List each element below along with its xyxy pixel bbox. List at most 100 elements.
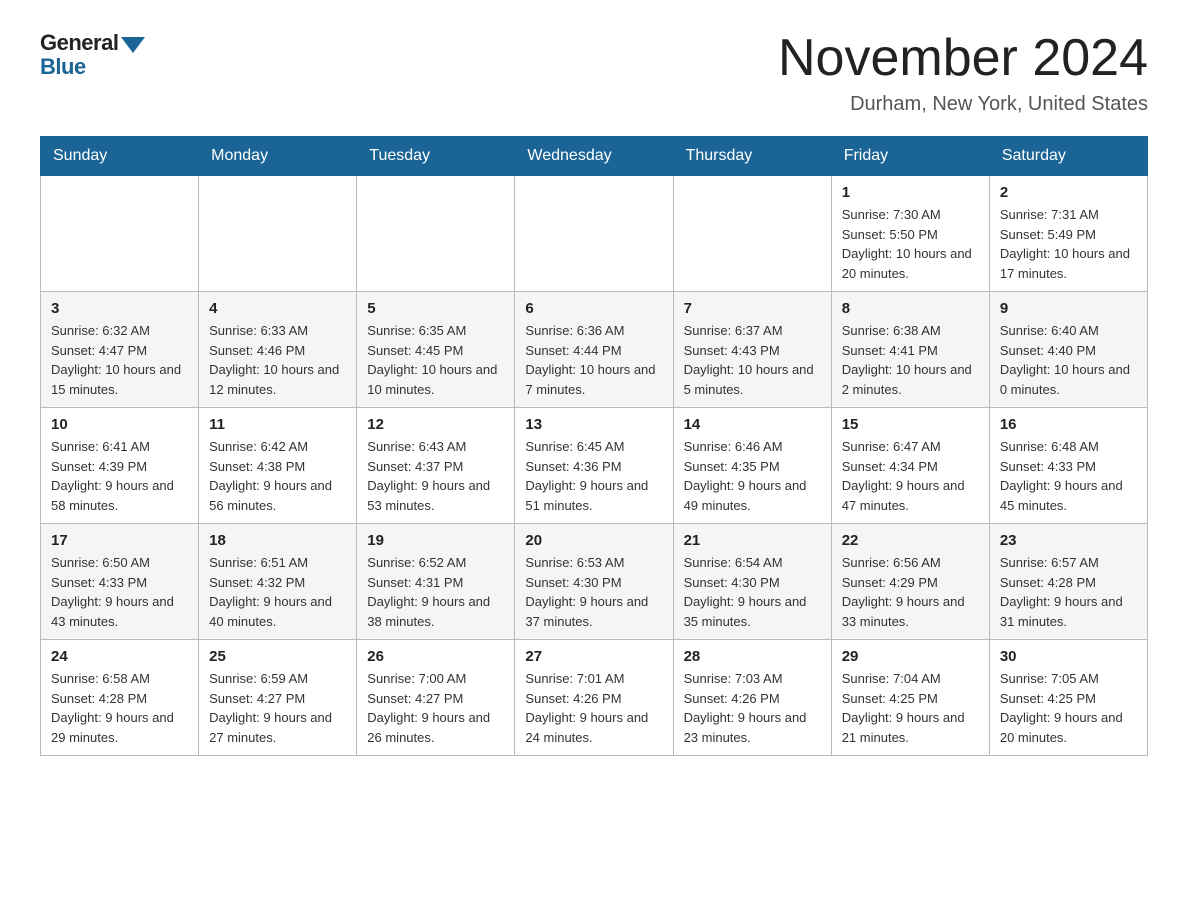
table-row: 19 Sunrise: 6:52 AMSunset: 4:31 PMDayligh… [357, 524, 515, 640]
day-info: Sunrise: 6:32 AMSunset: 4:47 PMDaylight:… [51, 321, 188, 399]
day-number: 23 [1000, 532, 1137, 549]
table-row: 25 Sunrise: 6:59 AMSunset: 4:27 PMDayligh… [199, 640, 357, 756]
table-row [673, 176, 831, 292]
day-number: 15 [842, 416, 979, 433]
day-number: 9 [1000, 300, 1137, 317]
table-row: 11 Sunrise: 6:42 AMSunset: 4:38 PMDayligh… [199, 408, 357, 524]
day-info: Sunrise: 7:04 AMSunset: 4:25 PMDaylight:… [842, 669, 979, 747]
day-info: Sunrise: 6:51 AMSunset: 4:32 PMDaylight:… [209, 553, 346, 631]
day-info: Sunrise: 7:01 AMSunset: 4:26 PMDaylight:… [525, 669, 662, 747]
table-row: 8 Sunrise: 6:38 AMSunset: 4:41 PMDaylight… [831, 292, 989, 408]
day-info: Sunrise: 6:58 AMSunset: 4:28 PMDaylight:… [51, 669, 188, 747]
logo-arrow-icon [121, 37, 145, 53]
header-friday: Friday [831, 137, 989, 176]
calendar-week-3: 10 Sunrise: 6:41 AMSunset: 4:39 PMDayligh… [41, 408, 1148, 524]
day-info: Sunrise: 6:47 AMSunset: 4:34 PMDaylight:… [842, 437, 979, 515]
day-info: Sunrise: 6:36 AMSunset: 4:44 PMDaylight:… [525, 321, 662, 399]
day-info: Sunrise: 6:52 AMSunset: 4:31 PMDaylight:… [367, 553, 504, 631]
logo-general-text: General [40, 30, 118, 56]
table-row: 22 Sunrise: 6:56 AMSunset: 4:29 PMDayligh… [831, 524, 989, 640]
day-number: 24 [51, 648, 188, 665]
day-number: 3 [51, 300, 188, 317]
day-number: 26 [367, 648, 504, 665]
day-info: Sunrise: 6:48 AMSunset: 4:33 PMDaylight:… [1000, 437, 1137, 515]
day-info: Sunrise: 6:43 AMSunset: 4:37 PMDaylight:… [367, 437, 504, 515]
day-info: Sunrise: 6:33 AMSunset: 4:46 PMDaylight:… [209, 321, 346, 399]
table-row: 12Sunrise: 6:43 AMSunset: 4:37 PMDayligh… [357, 408, 515, 524]
table-row: 4 Sunrise: 6:33 AMSunset: 4:46 PMDaylight… [199, 292, 357, 408]
table-row: 27 Sunrise: 7:01 AMSunset: 4:26 PMDayligh… [515, 640, 673, 756]
day-number: 28 [684, 648, 821, 665]
logo: General Blue [40, 30, 145, 80]
day-info: Sunrise: 6:42 AMSunset: 4:38 PMDaylight:… [209, 437, 346, 515]
table-row: 20 Sunrise: 6:53 AMSunset: 4:30 PMDayligh… [515, 524, 673, 640]
day-info: Sunrise: 7:00 AMSunset: 4:27 PMDaylight:… [367, 669, 504, 747]
calendar-week-1: 1 Sunrise: 7:30 AMSunset: 5:50 PMDaylight… [41, 176, 1148, 292]
table-row: 10 Sunrise: 6:41 AMSunset: 4:39 PMDayligh… [41, 408, 199, 524]
day-number: 16 [1000, 416, 1137, 433]
day-number: 19 [367, 532, 504, 549]
day-info: Sunrise: 6:38 AMSunset: 4:41 PMDaylight:… [842, 321, 979, 399]
day-number: 5 [367, 300, 504, 317]
day-info: Sunrise: 7:03 AMSunset: 4:26 PMDaylight:… [684, 669, 821, 747]
header-tuesday: Tuesday [357, 137, 515, 176]
day-number: 1 [842, 184, 979, 201]
table-row [515, 176, 673, 292]
table-row: 5Sunrise: 6:35 AMSunset: 4:45 PMDaylight… [357, 292, 515, 408]
table-row [357, 176, 515, 292]
table-row: 17Sunrise: 6:50 AMSunset: 4:33 PMDayligh… [41, 524, 199, 640]
month-title: November 2024 [778, 30, 1148, 87]
day-number: 29 [842, 648, 979, 665]
header-monday: Monday [199, 137, 357, 176]
day-number: 25 [209, 648, 346, 665]
day-number: 21 [684, 532, 821, 549]
title-area: November 2024 Durham, New York, United S… [778, 30, 1148, 116]
table-row: 13Sunrise: 6:45 AMSunset: 4:36 PMDayligh… [515, 408, 673, 524]
day-number: 4 [209, 300, 346, 317]
header-sunday: Sunday [41, 137, 199, 176]
table-row: 30 Sunrise: 7:05 AMSunset: 4:25 PMDayligh… [989, 640, 1147, 756]
day-info: Sunrise: 7:31 AMSunset: 5:49 PMDaylight:… [1000, 205, 1137, 283]
day-info: Sunrise: 6:54 AMSunset: 4:30 PMDaylight:… [684, 553, 821, 631]
table-row: 1 Sunrise: 7:30 AMSunset: 5:50 PMDaylight… [831, 176, 989, 292]
table-row: 2 Sunrise: 7:31 AMSunset: 5:49 PMDaylight… [989, 176, 1147, 292]
day-number: 30 [1000, 648, 1137, 665]
table-row: 3 Sunrise: 6:32 AMSunset: 4:47 PMDaylight… [41, 292, 199, 408]
day-info: Sunrise: 6:53 AMSunset: 4:30 PMDaylight:… [525, 553, 662, 631]
day-info: Sunrise: 6:37 AMSunset: 4:43 PMDaylight:… [684, 321, 821, 399]
table-row [41, 176, 199, 292]
day-number: 18 [209, 532, 346, 549]
calendar-week-4: 17Sunrise: 6:50 AMSunset: 4:33 PMDayligh… [41, 524, 1148, 640]
page-header: General Blue November 2024 Durham, New Y… [40, 30, 1148, 116]
day-number: 10 [51, 416, 188, 433]
calendar-header-row: Sunday Monday Tuesday Wednesday Thursday… [41, 137, 1148, 176]
table-row: 26 Sunrise: 7:00 AMSunset: 4:27 PMDayligh… [357, 640, 515, 756]
day-number: 22 [842, 532, 979, 549]
day-number: 11 [209, 416, 346, 433]
day-info: Sunrise: 6:45 AMSunset: 4:36 PMDaylight:… [525, 437, 662, 515]
table-row: 14Sunrise: 6:46 AMSunset: 4:35 PMDayligh… [673, 408, 831, 524]
table-row: 21 Sunrise: 6:54 AMSunset: 4:30 PMDayligh… [673, 524, 831, 640]
table-row: 7 Sunrise: 6:37 AMSunset: 4:43 PMDaylight… [673, 292, 831, 408]
day-info: Sunrise: 6:41 AMSunset: 4:39 PMDaylight:… [51, 437, 188, 515]
table-row: 28 Sunrise: 7:03 AMSunset: 4:26 PMDayligh… [673, 640, 831, 756]
day-info: Sunrise: 6:40 AMSunset: 4:40 PMDaylight:… [1000, 321, 1137, 399]
day-info: Sunrise: 7:30 AMSunset: 5:50 PMDaylight:… [842, 205, 979, 283]
table-row: 24 Sunrise: 6:58 AMSunset: 4:28 PMDayligh… [41, 640, 199, 756]
table-row: 6Sunrise: 6:36 AMSunset: 4:44 PMDaylight… [515, 292, 673, 408]
day-number: 20 [525, 532, 662, 549]
day-number: 8 [842, 300, 979, 317]
day-number: 2 [1000, 184, 1137, 201]
header-wednesday: Wednesday [515, 137, 673, 176]
table-row: 15 Sunrise: 6:47 AMSunset: 4:34 PMDayligh… [831, 408, 989, 524]
calendar-week-5: 24 Sunrise: 6:58 AMSunset: 4:28 PMDayligh… [41, 640, 1148, 756]
day-info: Sunrise: 6:50 AMSunset: 4:33 PMDaylight:… [51, 553, 188, 631]
day-info: Sunrise: 6:56 AMSunset: 4:29 PMDaylight:… [842, 553, 979, 631]
day-info: Sunrise: 6:59 AMSunset: 4:27 PMDaylight:… [209, 669, 346, 747]
day-number: 27 [525, 648, 662, 665]
day-info: Sunrise: 7:05 AMSunset: 4:25 PMDaylight:… [1000, 669, 1137, 747]
day-number: 14 [684, 416, 821, 433]
calendar-week-2: 3 Sunrise: 6:32 AMSunset: 4:47 PMDaylight… [41, 292, 1148, 408]
table-row [199, 176, 357, 292]
day-number: 7 [684, 300, 821, 317]
